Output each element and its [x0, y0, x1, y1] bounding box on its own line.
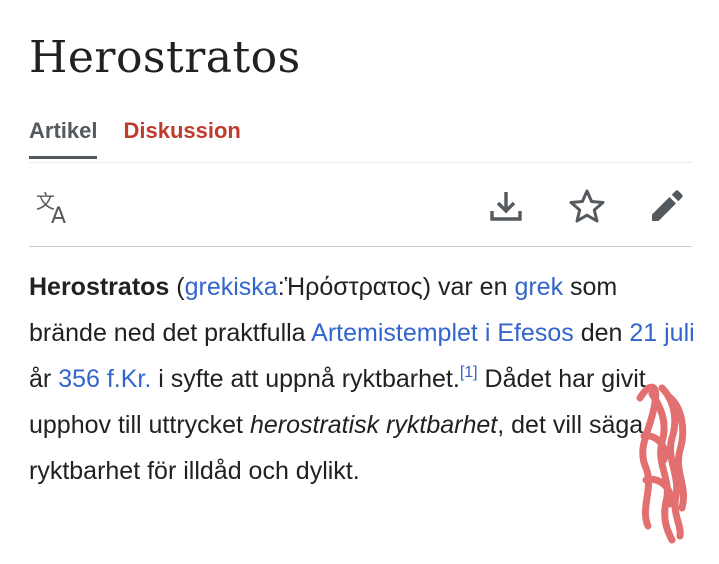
tab-artikel[interactable]: Artikel — [29, 116, 98, 159]
link-grek[interactable]: grek — [514, 273, 563, 301]
greek-name: Ἡρόστρατος — [284, 273, 423, 301]
svg-text:A: A — [51, 204, 66, 225]
article-lead-paragraph: Herostratos (grekiska:Ἡρόστρατος) var en… — [29, 264, 697, 494]
footnote-ref-1[interactable]: [1] — [460, 364, 478, 381]
link-artemistemplet[interactable]: Artemistemplet i Efesos — [311, 319, 574, 347]
red-scribble-mark — [628, 376, 698, 551]
translate-icon[interactable]: 文 A — [36, 191, 74, 225]
star-icon[interactable] — [568, 188, 606, 224]
link-356-fkr[interactable]: 356 f.Kr. — [58, 365, 151, 393]
link-21-juli[interactable]: 21 juli — [629, 319, 694, 347]
link-grekiska[interactable]: grekiska — [185, 273, 278, 301]
toolbar-divider — [29, 246, 692, 247]
bold-title: Herostratos — [29, 273, 170, 301]
download-icon[interactable] — [488, 188, 524, 224]
italic-term: herostratisk ryktbarhet — [249, 411, 498, 439]
text-run: den — [573, 319, 630, 347]
tabs-divider — [29, 162, 692, 163]
text-run: ( — [169, 273, 185, 301]
text-run: år — [29, 365, 59, 393]
text-run: i syfte att uppnå ryktbarhet. — [151, 365, 460, 393]
text-run: : — [277, 273, 285, 301]
text-run: ) var en — [422, 273, 515, 301]
tab-diskussion[interactable]: Diskussion — [123, 116, 240, 159]
page-tabs: Artikel Diskussion — [29, 116, 267, 159]
edit-pencil-icon[interactable] — [649, 188, 685, 224]
page-title: Herostratos — [29, 32, 301, 83]
